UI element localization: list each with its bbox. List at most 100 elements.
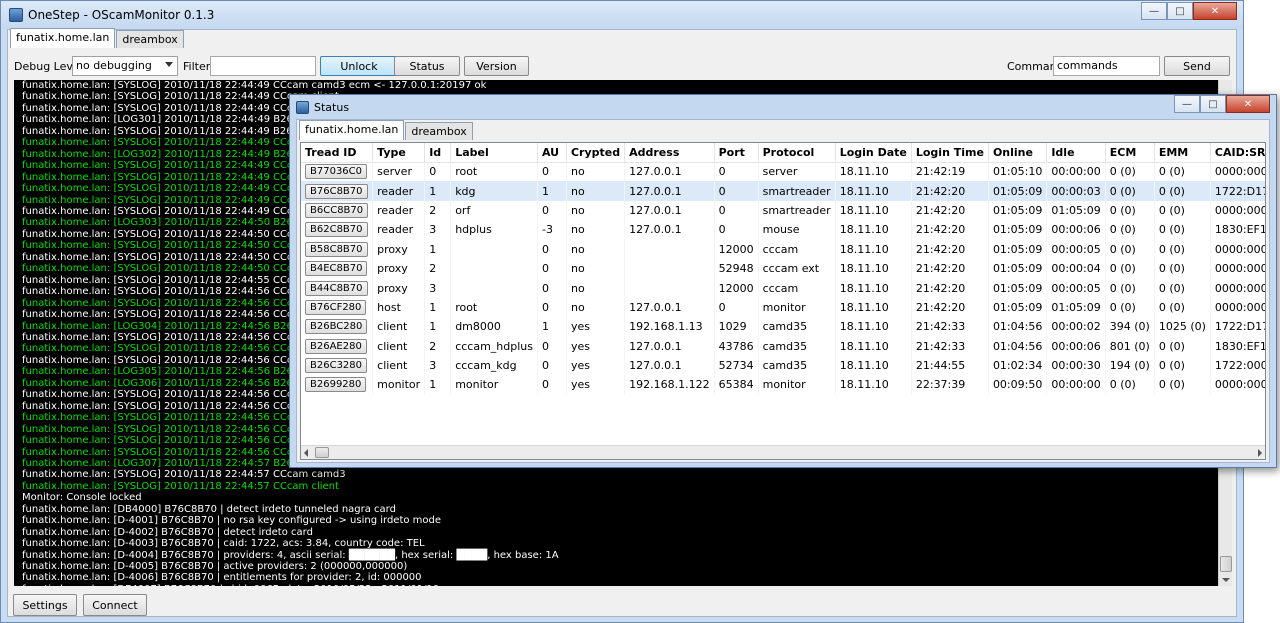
table-cell: 0000:0000 xyxy=(1210,278,1265,298)
hscroll-thumb[interactable] xyxy=(315,447,329,458)
thread-id-button[interactable]: B4EC8B70 xyxy=(305,261,368,277)
version-button[interactable]: Version xyxy=(464,56,529,76)
thread-id-cell: B44C8B70 xyxy=(301,278,374,298)
table-cell xyxy=(624,239,715,259)
column-header[interactable]: Label xyxy=(450,143,538,163)
column-header[interactable]: Protocol xyxy=(758,143,836,163)
minimize-button[interactable]: — xyxy=(1141,2,1167,20)
table-cell: 18.11.10 xyxy=(835,162,912,182)
thread-id-cell: B76C8B70 xyxy=(301,181,374,201)
table-row[interactable]: B6CC8B70 reader 2 orf 0 no 127.0.0.1 0 smartread… xyxy=(301,200,1265,221)
table-cell: 22:37:39 xyxy=(911,375,989,395)
table-cell: 01:05:09 xyxy=(988,278,1048,298)
table-cell: 01:05:09 xyxy=(988,220,1048,240)
maximize-button[interactable]: □ xyxy=(1167,2,1193,20)
table-row[interactable]: B26C3280 client 3 cccam_kdg 0 yes 127.0.0.1 527… xyxy=(301,355,1265,376)
scroll-left-arrow-icon[interactable] xyxy=(304,449,308,457)
column-header[interactable]: Online xyxy=(988,143,1048,163)
close-button[interactable]: ✕ xyxy=(1193,2,1237,20)
thread-id-button[interactable]: B58C8B70 xyxy=(305,241,368,257)
thread-id-button[interactable]: B44C8B70 xyxy=(305,280,368,296)
column-header[interactable]: EMM xyxy=(1154,143,1211,163)
table-cell: 00:00:02 xyxy=(1046,317,1106,337)
thread-id-button[interactable]: B77036C0 xyxy=(305,164,368,180)
table-row[interactable]: B26AE280 client 2 cccam_hdplus 0 yes 127.0.0.1… xyxy=(301,336,1265,356)
column-header[interactable]: CAID:SRVID xyxy=(1210,143,1265,163)
status-button[interactable]: Status xyxy=(394,56,460,76)
column-header[interactable]: Login Date xyxy=(835,143,912,163)
table-cell: 0 xyxy=(714,297,759,318)
tab-funatix[interactable]: funatix.home.lan xyxy=(10,28,116,48)
unlock-button[interactable]: Unlock xyxy=(320,56,398,76)
thread-id-button[interactable]: B26BC280 xyxy=(305,319,368,335)
command-input[interactable]: commands xyxy=(1053,56,1160,76)
table-row[interactable]: B26BC280 client 1 dm8000 1 yes 192.168.1.13 102… xyxy=(301,317,1265,337)
table-row[interactable]: B77036C0 server 0 root 0 no 127.0.0.1 0 server 18… xyxy=(301,162,1265,182)
status-close-button[interactable]: ✕ xyxy=(1226,95,1270,113)
table-cell: 0 xyxy=(424,162,452,182)
send-button[interactable]: Send xyxy=(1164,56,1230,76)
table-row[interactable]: B76C8B70 reader 1 kdg 1 no 127.0.0.1 0 smartread… xyxy=(301,181,1265,201)
console-line: funatix.home.lan: [SYSLOG] 2010/11/18 22… xyxy=(22,80,487,91)
thread-id-button[interactable]: B76C8B70 xyxy=(305,183,368,199)
column-header[interactable]: Id xyxy=(424,143,452,163)
table-row[interactable]: B58C8B70 proxy 1 0 no 12000 cccam 18.11.10 21:42… xyxy=(301,239,1265,259)
thread-id-button[interactable]: B62C8B70 xyxy=(305,222,368,238)
status-tab-dreambox[interactable]: dreambox xyxy=(405,122,473,140)
column-header[interactable]: Port xyxy=(714,143,759,163)
table-cell: 1830:EF11 xyxy=(1210,336,1265,356)
column-header[interactable]: ECM xyxy=(1105,143,1155,163)
scroll-down-arrow-icon[interactable] xyxy=(1222,578,1230,582)
table-row[interactable]: B2699280 monitor 1 monitor 0 yes 192.168.1.122… xyxy=(301,375,1265,395)
table-row[interactable]: B76CF280 host 1 root 0 no 127.0.0.1 0 monitor 18.… xyxy=(301,297,1265,318)
column-header[interactable]: AU xyxy=(537,143,567,163)
thread-id-button[interactable]: B26C3280 xyxy=(305,358,368,374)
table-cell: 0 (0) xyxy=(1154,278,1211,298)
table-cell: yes xyxy=(566,375,626,395)
thread-id-button[interactable]: B2699280 xyxy=(305,377,367,393)
table-cell: reader xyxy=(372,200,426,221)
column-header[interactable]: Address xyxy=(624,143,715,163)
table-cell: 18.11.10 xyxy=(835,258,912,279)
thread-id-button[interactable]: B76CF280 xyxy=(305,299,367,315)
grid-hscrollbar[interactable] xyxy=(301,445,1265,459)
table-cell: smartreader xyxy=(758,200,836,221)
table-cell: 0000:0000 xyxy=(1210,200,1265,221)
table-cell: reader xyxy=(372,181,426,201)
console-line: funatix.home.lan: [DB4000] B76C8B70 | de… xyxy=(22,503,396,515)
tab-dreambox[interactable]: dreambox xyxy=(116,30,184,48)
table-cell: 01:04:56 xyxy=(988,336,1048,356)
column-header[interactable]: Tread ID xyxy=(301,143,374,163)
status-maximize-button[interactable]: □ xyxy=(1200,95,1226,113)
table-cell xyxy=(450,258,538,279)
status-minimize-button[interactable]: — xyxy=(1174,95,1200,113)
column-header[interactable]: Idle xyxy=(1046,143,1106,163)
thread-id-button[interactable]: B6CC8B70 xyxy=(305,202,369,218)
table-cell: 21:44:55 xyxy=(911,355,989,376)
table-row[interactable]: B44C8B70 proxy 3 0 no 12000 cccam 18.11.10 21:42… xyxy=(301,278,1265,298)
column-header[interactable]: Type xyxy=(372,143,426,163)
table-cell: cccam_kdg xyxy=(450,355,538,376)
connect-button[interactable]: Connect xyxy=(83,594,147,616)
settings-button[interactable]: Settings xyxy=(13,594,77,616)
column-header[interactable]: Login Time xyxy=(911,143,989,163)
filter-input[interactable] xyxy=(210,56,316,76)
title-bar[interactable]: OneStep - OScamMonitor 0.1.3 — □ ✕ xyxy=(1,1,1243,29)
status-tab-funatix[interactable]: funatix.home.lan xyxy=(299,120,405,140)
column-header[interactable]: Crypted xyxy=(566,143,626,163)
table-cell: 2 xyxy=(424,258,452,279)
table-cell: cccam ext xyxy=(758,258,836,279)
table-cell: 0 xyxy=(714,200,759,221)
table-cell xyxy=(624,278,715,298)
thread-id-button[interactable]: B26AE280 xyxy=(305,338,367,354)
debug-level-select[interactable]: no debugging xyxy=(72,56,178,76)
table-cell: 43786 xyxy=(714,336,759,356)
scroll-thumb[interactable] xyxy=(1220,556,1232,572)
table-cell: 21:42:20 xyxy=(911,220,989,240)
app-icon xyxy=(9,8,23,22)
table-cell: 0 (0) xyxy=(1154,355,1211,376)
table-row[interactable]: B62C8B70 reader 3 hdplus -3 no 127.0.0.1 0 mouse… xyxy=(301,220,1265,240)
scroll-right-arrow-icon[interactable] xyxy=(1258,449,1262,457)
console-line: funatix.home.lan: [D-4004] B76C8B70 | pr… xyxy=(22,549,559,561)
table-row[interactable]: B4EC8B70 proxy 2 0 no 52948 cccam ext 18.11.10 2… xyxy=(301,258,1265,279)
